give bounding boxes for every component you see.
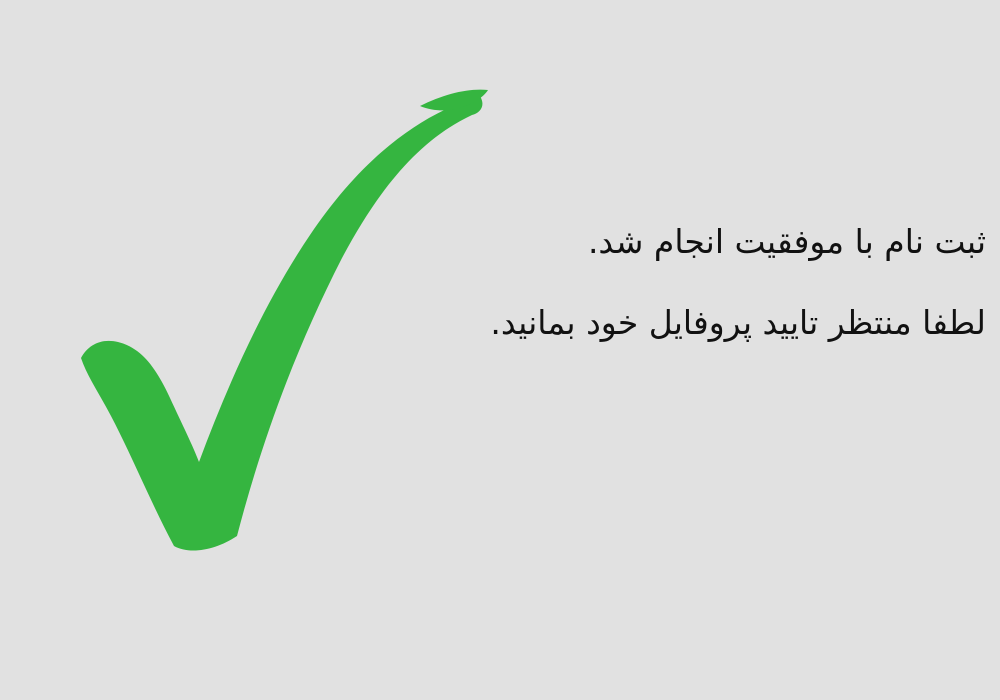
registration-success-screen: ثبت نام با موفقیت انجام شد. لطفا منتظر ت… — [0, 0, 1000, 700]
success-message: ثبت نام با موفقیت انجام شد. لطفا منتظر ت… — [286, 222, 986, 343]
profile-approval-wait-text: لطفا منتظر تایید پروفایل خود بمانید. — [490, 303, 986, 342]
registration-success-text: ثبت نام با موفقیت انجام شد. — [587, 222, 986, 261]
